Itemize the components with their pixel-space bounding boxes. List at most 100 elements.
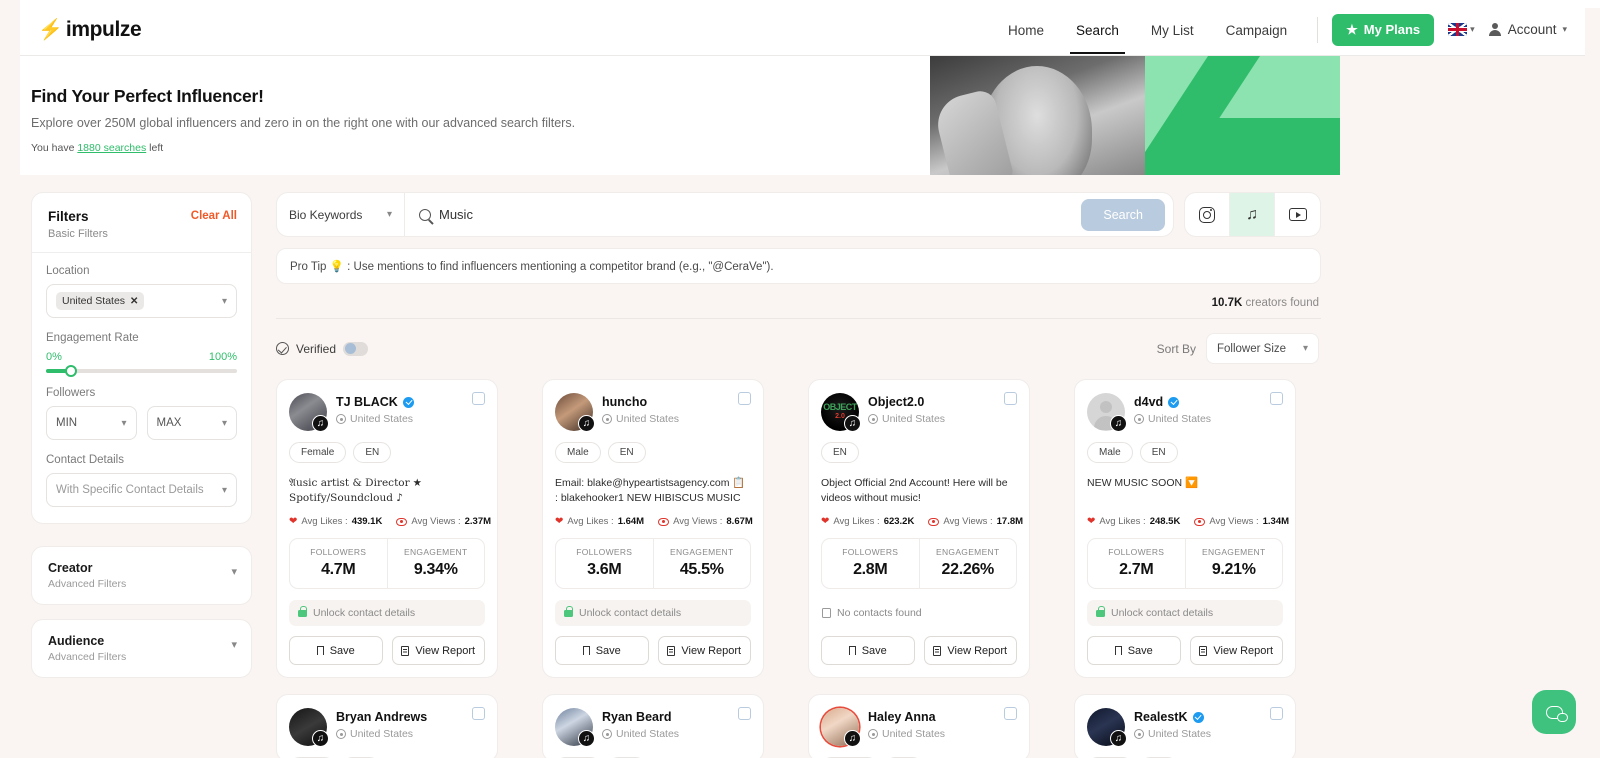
location-select[interactable]: United States ✕ ▾ <box>46 284 237 318</box>
card-select-checkbox[interactable] <box>1270 707 1283 720</box>
verified-toggle[interactable] <box>343 341 369 356</box>
avg-likes-metric: ❤ Avg Likes : 623.2K <box>821 516 914 527</box>
contact-details-label: Contact Details <box>46 454 124 466</box>
card-select-checkbox[interactable] <box>738 392 751 405</box>
my-plans-button[interactable]: ★ My Plans <box>1332 13 1435 46</box>
chevron-down-icon: ▾ <box>231 639 237 651</box>
lock-icon <box>1096 605 1105 617</box>
avg-views-metric: Avg Views : 1.34M <box>1194 516 1289 527</box>
creator-card[interactable]: ♫ Object2.0 United States <box>808 379 1030 678</box>
card-select-checkbox[interactable] <box>1270 392 1283 405</box>
avg-likes-metric: ❤ Avg Likes : 439.1K <box>289 516 382 527</box>
card-select-checkbox[interactable] <box>1004 392 1017 405</box>
engagement-stat: ENGAGEMENT 9.34% <box>386 539 485 588</box>
chat-support-button[interactable] <box>1532 690 1576 734</box>
searches-link[interactable]: 1880 searches <box>77 142 146 154</box>
avg-views-label: Avg Views : <box>1209 516 1259 527</box>
nav-item-my-list[interactable]: My List <box>1135 6 1210 54</box>
avg-likes-label: Avg Likes : <box>833 516 880 527</box>
creator-name: Haley Anna <box>868 710 936 724</box>
searches-left: You have 1880 searches left <box>31 142 575 154</box>
card-actions: Save View Report <box>821 636 1017 665</box>
nav-item-campaign[interactable]: Campaign <box>1210 6 1304 54</box>
youtube-icon <box>1288 208 1307 221</box>
creator-tags: Female EN <box>289 442 485 463</box>
search-icon <box>419 208 431 221</box>
view-report-label: View Report <box>681 644 742 657</box>
clear-all-button[interactable]: Clear All <box>191 210 237 222</box>
save-button[interactable]: Save <box>1087 636 1181 665</box>
search-row: Bio Keywords ▾ Search ♫ <box>276 192 1321 237</box>
save-button[interactable]: Save <box>555 636 649 665</box>
engagement-stat-value: 9.34% <box>413 561 458 578</box>
eye-icon <box>396 517 408 526</box>
engagement-min-label: 0% <box>46 351 62 363</box>
platform-instagram[interactable] <box>1185 193 1230 236</box>
creator-location: United States <box>350 413 414 425</box>
account-menu[interactable]: Account ▾ <box>1489 22 1567 37</box>
creator-location: United States <box>616 728 680 740</box>
language-selector[interactable]: ▾ <box>1448 23 1475 36</box>
search-input[interactable] <box>439 207 1068 222</box>
creator-filters-panel[interactable]: Creator Advanced Filters ▾ <box>31 546 252 605</box>
remove-location-icon[interactable]: ✕ <box>130 296 138 307</box>
creator-metrics: ❤ Avg Likes : 1.64M Avg Views : 8.67M <box>555 516 753 527</box>
creator-tags: Male EN <box>1087 442 1283 463</box>
unlock-contact-details[interactable]: Unlock contact details <box>1087 600 1283 626</box>
avatar: ♫ <box>555 393 595 432</box>
creator-card[interactable]: ♫ huncho United States Male EN Email: bl… <box>542 379 764 678</box>
followers-stat-value: 4.7M <box>321 561 356 578</box>
audience-filters-panel[interactable]: Audience Advanced Filters ▾ <box>31 619 252 678</box>
creator-stats: FOLLOWERS 4.7M ENGAGEMENT 9.34% <box>289 538 485 589</box>
creator-card[interactable]: ♫ Ryan Beard United States <box>542 694 764 758</box>
avg-likes-metric: ❤ Avg Likes : 248.5K <box>1087 516 1180 527</box>
sort-select[interactable]: Follower Size ▾ <box>1206 333 1319 364</box>
chevron-down-icon: ▾ <box>1470 24 1475 34</box>
search-field-select[interactable]: Bio Keywords ▾ <box>277 193 405 236</box>
card-select-checkbox[interactable] <box>738 707 751 720</box>
unlock-contact-details[interactable]: Unlock contact details <box>555 600 751 626</box>
pro-tip-banner: Pro Tip 💡 : Use mentions to find influen… <box>276 248 1321 284</box>
platform-youtube[interactable] <box>1275 193 1320 236</box>
followers-max-select[interactable]: MAX ▾ <box>146 406 237 440</box>
card-select-checkbox[interactable] <box>472 707 485 720</box>
creator-card[interactable]: ♫ d4vd United States Male EN NEW MUSIC S… <box>1074 379 1296 678</box>
platform-tiktok[interactable]: ♫ <box>1230 193 1275 236</box>
view-report-button[interactable]: View Report <box>1189 636 1283 665</box>
document-icon <box>933 645 942 656</box>
followers-stat: FOLLOWERS 3.6M <box>556 539 653 588</box>
verified-badge-icon <box>1168 396 1180 408</box>
brand-logo[interactable]: ⚡ impulze <box>38 18 142 42</box>
view-report-button[interactable]: View Report <box>391 636 485 665</box>
document-icon <box>667 645 676 656</box>
avg-likes-value: 439.1K <box>351 516 383 527</box>
avatar: ♫ <box>289 708 329 747</box>
creator-filters-sub: Advanced Filters <box>48 578 127 590</box>
nav-item-home[interactable]: Home <box>992 6 1060 54</box>
creator-card[interactable]: ♫ TJ BLACK United States Female EN 𝔄usic… <box>276 379 498 678</box>
card-select-checkbox[interactable] <box>472 392 485 405</box>
engagement-label: Engagement Rate <box>46 332 139 344</box>
unlock-contact-details[interactable]: Unlock contact details <box>289 600 485 626</box>
nav-item-search[interactable]: Search <box>1060 6 1135 54</box>
card-select-checkbox[interactable] <box>1004 707 1017 720</box>
followers-stat: FOLLOWERS 2.7M <box>1088 539 1185 588</box>
contact-details-select[interactable]: With Specific Contact Details ▾ <box>46 473 237 507</box>
tag-language: EN <box>353 442 392 463</box>
engagement-stat-value: 22.26% <box>941 561 995 578</box>
save-button[interactable]: Save <box>821 636 915 665</box>
chat-bubble-icon <box>1545 705 1568 722</box>
app-page: ⚡ impulze Home Search My List Campaign ★… <box>0 0 1600 758</box>
view-report-button[interactable]: View Report <box>657 636 751 665</box>
creator-card[interactable]: ♫ RealestK United States <box>1074 694 1296 758</box>
engagement-slider-handle[interactable] <box>65 365 78 377</box>
verified-filter[interactable]: Verified <box>276 341 369 356</box>
creator-card[interactable]: ♫ Bryan Andrews United States <box>276 694 498 758</box>
engagement-slider[interactable] <box>46 365 237 377</box>
creator-card[interactable]: ♫ Haley Anna United States <box>808 694 1030 758</box>
creator-name: Object2.0 <box>868 395 925 409</box>
search-button[interactable]: Search <box>1081 198 1165 231</box>
view-report-button[interactable]: View Report <box>923 636 1017 665</box>
save-button[interactable]: Save <box>289 636 383 665</box>
followers-min-select[interactable]: MIN ▾ <box>46 406 137 440</box>
